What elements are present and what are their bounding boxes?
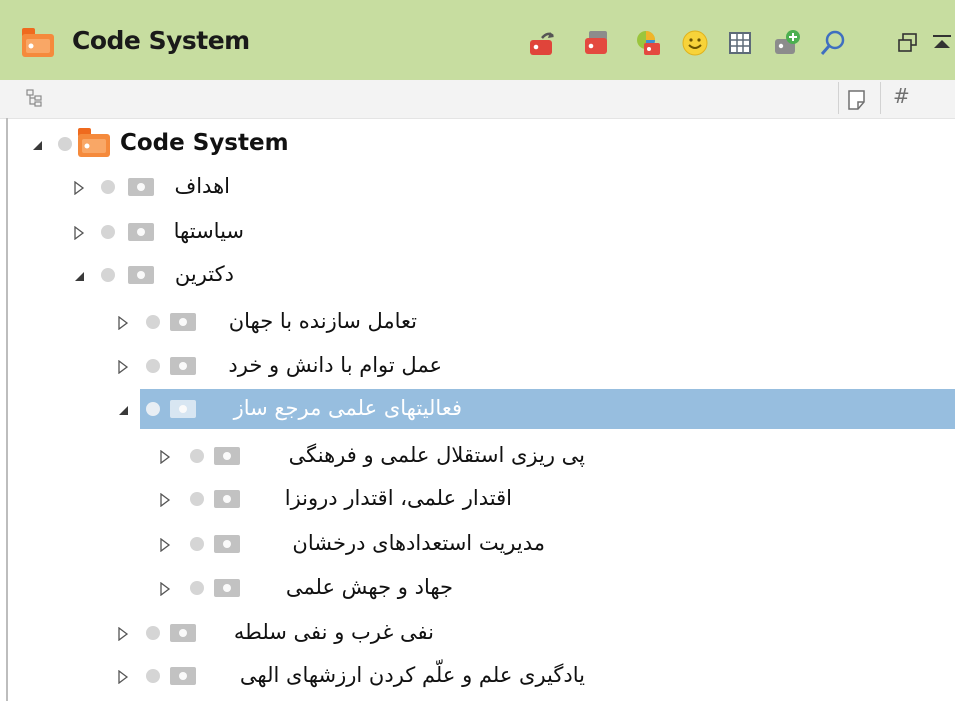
collapsed-triangle-icon[interactable]	[158, 537, 172, 553]
code-tag-icon	[128, 266, 154, 284]
code-tag-icon	[214, 579, 240, 597]
collapsed-triangle-icon[interactable]	[72, 180, 86, 196]
collapsed-triangle-icon[interactable]	[116, 669, 130, 685]
activation-dot[interactable]	[146, 315, 160, 329]
tree-item-label: فعالیتهای علمی مرجع ساز	[233, 396, 462, 420]
tree-item-row[interactable]: عمل توام با دانش و خرد	[0, 346, 955, 386]
memo-icon[interactable]	[847, 89, 867, 115]
panel-title: Code System	[72, 26, 250, 55]
activation-dot[interactable]	[190, 449, 204, 463]
code-tag-icon	[170, 667, 196, 685]
tree-item-label: جهاد و جهش علمی	[285, 575, 453, 599]
matrix-table-icon[interactable]	[725, 28, 755, 58]
tree-root-label: Code System	[120, 130, 289, 156]
column-divider	[880, 82, 881, 114]
tree-item-label: مدیریت استعدادهای درخشان	[292, 531, 545, 555]
collapsed-triangle-icon[interactable]	[158, 449, 172, 465]
activation-dot[interactable]	[146, 359, 160, 373]
tree-item-label: پی ریزی استقلال علمی و فرهنگی	[288, 443, 585, 467]
tree-item-row[interactable]: تعامل سازنده با جهان	[0, 302, 955, 342]
tree-item-row[interactable]: اقتدار علمی، اقتدار درونزا	[0, 479, 955, 519]
tree-view-icon[interactable]	[26, 89, 44, 111]
tree-item-label: یادگیری علم و علّم کردن ارزشهای الهی	[239, 663, 585, 687]
expanded-triangle-icon[interactable]	[116, 402, 130, 416]
tree-item-row[interactable]: اهداف	[0, 167, 955, 207]
code-tag-icon	[170, 313, 196, 331]
activation-dot[interactable]	[101, 268, 115, 282]
code-tag-icon	[214, 490, 240, 508]
collapsed-triangle-icon[interactable]	[116, 315, 130, 331]
undock-icon[interactable]	[893, 28, 923, 58]
code-tag-icon	[170, 624, 196, 642]
count-column-header[interactable]: #	[893, 84, 910, 108]
code-tags-icon[interactable]	[582, 28, 612, 58]
activation-dot[interactable]	[101, 225, 115, 239]
tree-item-row[interactable]: سیاستها	[0, 212, 955, 252]
tree-item-row[interactable]: یادگیری علم و علّم کردن ارزشهای الهی	[0, 656, 955, 696]
tree-item-label: سیاستها	[173, 219, 244, 243]
tree-item-label: نفی غرب و نفی سلطه	[233, 620, 434, 644]
column-divider	[838, 82, 839, 114]
emoticon-icon[interactable]	[680, 28, 710, 58]
activation-dot[interactable]	[190, 537, 204, 551]
code-tag-icon	[128, 223, 154, 241]
search-icon[interactable]	[818, 28, 848, 58]
collapsed-triangle-icon[interactable]	[116, 359, 130, 375]
tree-item-row[interactable]: جهاد و جهش علمی	[0, 568, 955, 608]
code-system-icon	[22, 28, 56, 62]
tree-item-label: عمل توام با دانش و خرد	[228, 353, 442, 377]
tree-item-row[interactable]: پی ریزی استقلال علمی و فرهنگی	[0, 436, 955, 476]
collapse-panel-icon[interactable]	[927, 28, 955, 58]
code-system-icon	[78, 128, 112, 162]
activation-dot[interactable]	[146, 626, 160, 640]
tree-item-label: اهداف	[174, 174, 230, 198]
code-tag-icon	[214, 535, 240, 553]
code-tag-icon	[170, 400, 196, 418]
new-code-icon[interactable]	[772, 28, 802, 58]
code-system-header: Code System	[0, 0, 955, 80]
code-tag-icon	[170, 357, 196, 375]
tree-item-row[interactable]: مدیریت استعدادهای درخشان	[0, 524, 955, 564]
tree-root-row[interactable]: Code System	[0, 124, 955, 164]
column-header-bar: #	[0, 80, 955, 119]
expanded-triangle-icon[interactable]	[30, 137, 44, 151]
activation-dot[interactable]	[101, 180, 115, 194]
activation-dot[interactable]	[58, 137, 72, 151]
collapsed-triangle-icon[interactable]	[72, 225, 86, 241]
reset-activation-icon[interactable]	[527, 28, 557, 58]
activation-dot[interactable]	[146, 669, 160, 683]
collapsed-triangle-icon[interactable]	[158, 581, 172, 597]
tree-item-label: تعامل سازنده با جهان	[228, 309, 417, 333]
collapsed-triangle-icon[interactable]	[116, 626, 130, 642]
expanded-triangle-icon[interactable]	[72, 268, 86, 282]
activation-dot[interactable]	[190, 581, 204, 595]
code-colors-icon[interactable]	[633, 28, 663, 58]
collapsed-triangle-icon[interactable]	[158, 492, 172, 508]
tree-item-label: دکترین	[174, 262, 234, 286]
tree-item-row[interactable]: نفی غرب و نفی سلطه	[0, 613, 955, 653]
activation-dot[interactable]	[190, 492, 204, 506]
code-tag-icon	[128, 178, 154, 196]
activation-dot[interactable]	[146, 402, 160, 416]
tree-item-row-selected[interactable]: فعالیتهای علمی مرجع ساز	[0, 389, 955, 429]
tree-item-label: اقتدار علمی، اقتدار درونزا	[284, 486, 512, 510]
code-tag-icon	[214, 447, 240, 465]
tree-item-row[interactable]: دکترین	[0, 255, 955, 295]
